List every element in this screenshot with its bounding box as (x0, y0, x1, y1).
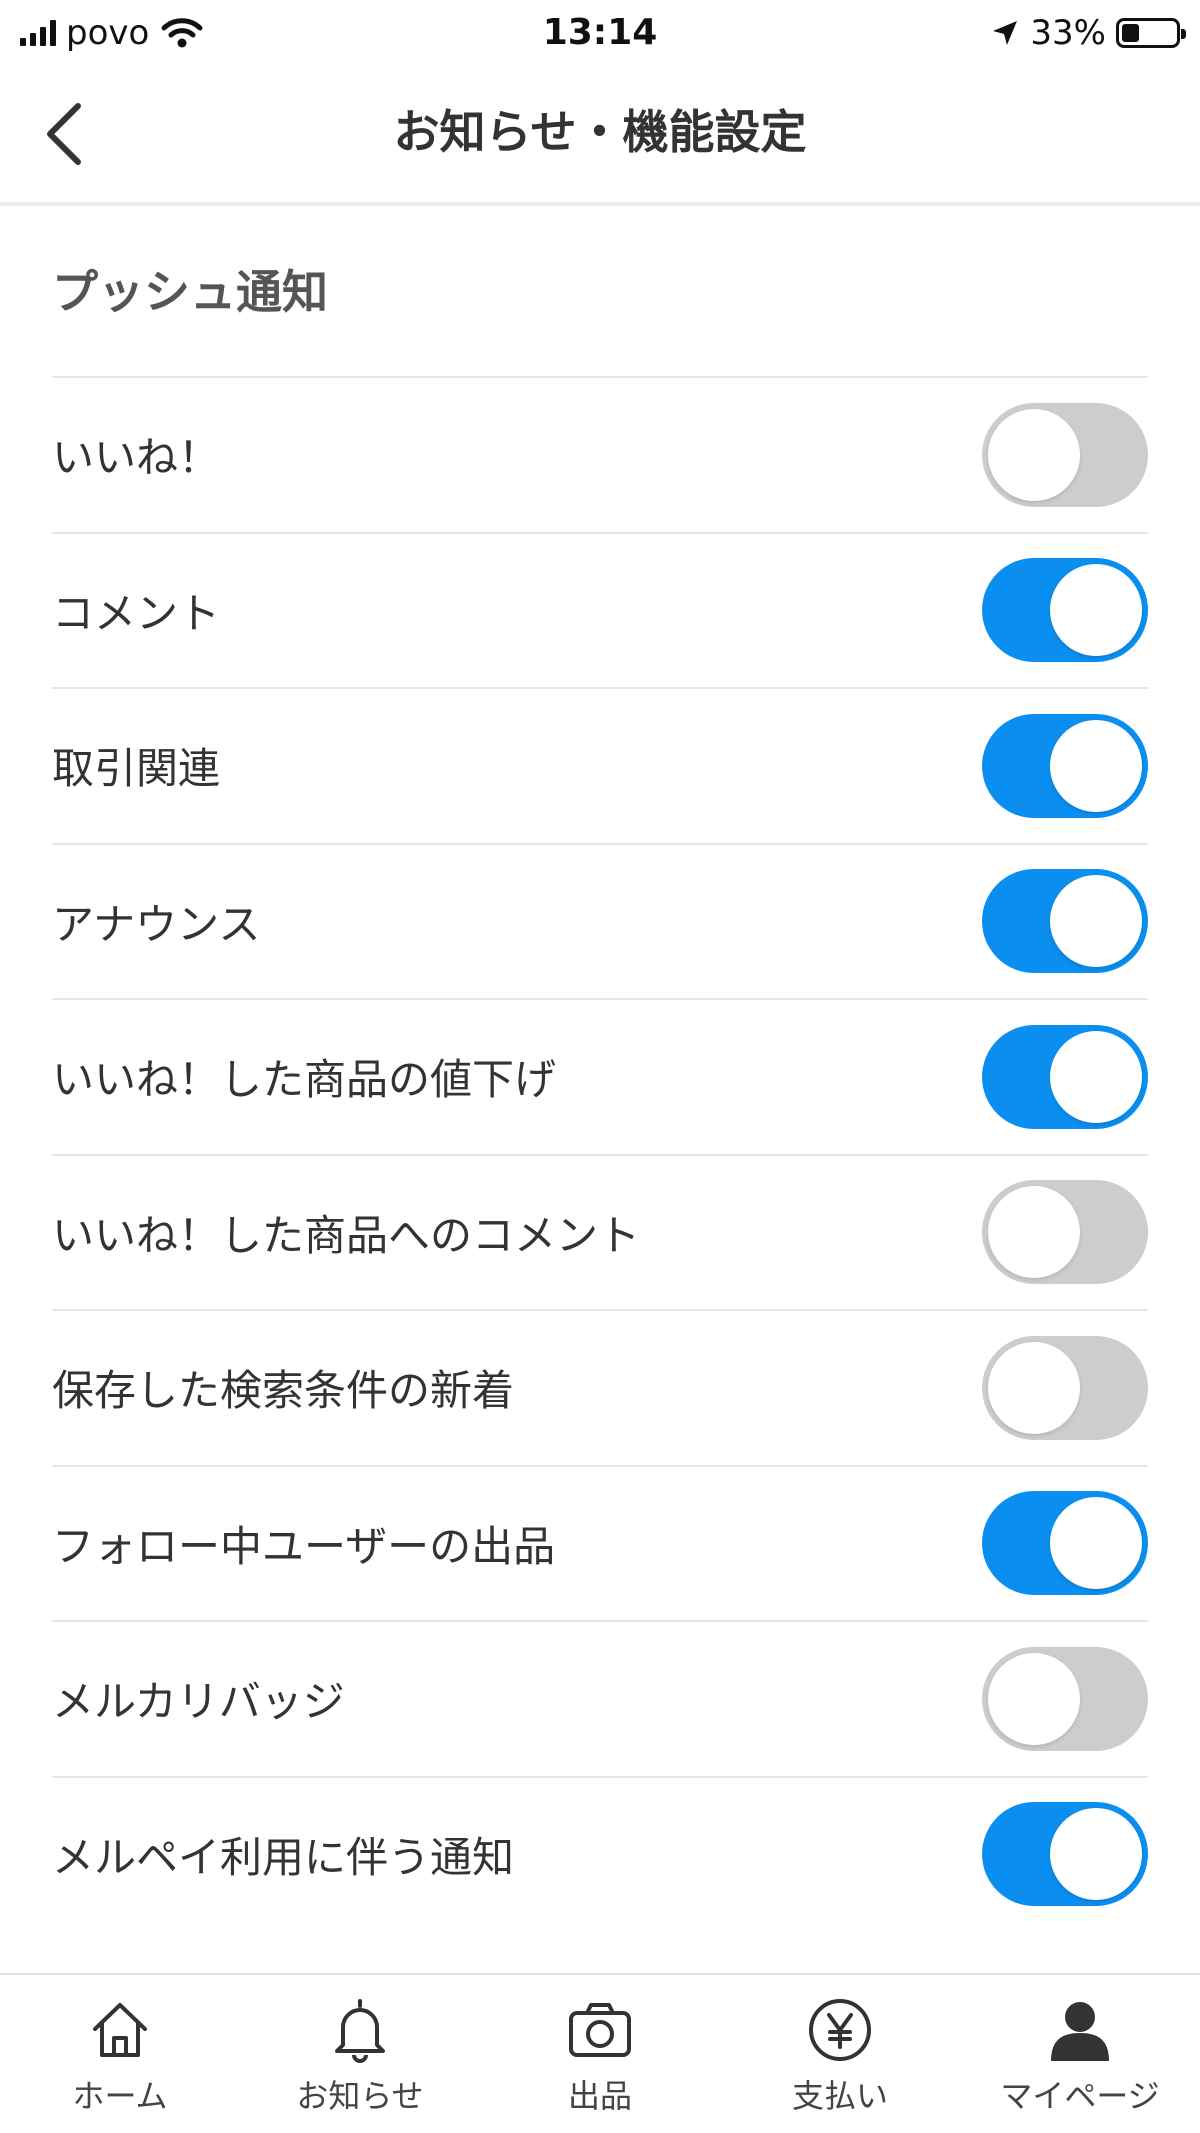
setting-label: いいね！した商品の値下げ (52, 1055, 557, 1105)
toggle-knob (988, 1341, 1080, 1434)
setting-toggle[interactable] (982, 1180, 1148, 1285)
tab-bar: ホーム お知らせ 出品 支払い マイページ (0, 1973, 1200, 2133)
setting-toggle[interactable] (982, 1335, 1148, 1440)
setting-row: アナウンス (52, 842, 1148, 999)
toggle-knob (1050, 875, 1142, 968)
setting-row: いいね！ (52, 376, 1148, 532)
tab-label: 出品 (567, 2077, 632, 2115)
toggle-knob (988, 408, 1080, 501)
home-icon (93, 2003, 147, 2057)
setting-label: いいね！ (52, 433, 221, 483)
settings-list: いいね！ コメント取引関連アナウンスいいね！した商品の値下げいいね！した商品へのコ… (52, 376, 1148, 1931)
status-right: 33% (990, 10, 1186, 56)
toggle-knob (1050, 1808, 1142, 1901)
tab-notifications[interactable]: お知らせ (240, 1975, 480, 2133)
setting-row: フォロー中ユーザーの出品 (52, 1464, 1148, 1621)
toggle-knob (1050, 719, 1142, 812)
setting-toggle[interactable] (982, 558, 1148, 663)
battery-percent: 33% (1030, 13, 1106, 53)
tab-listing[interactable]: 出品 (480, 1975, 720, 2133)
camera-icon (569, 2003, 631, 2057)
toggle-knob (988, 1186, 1080, 1279)
setting-toggle[interactable] (982, 869, 1148, 974)
tab-label: お知らせ (296, 2077, 424, 2115)
setting-toggle[interactable] (982, 402, 1148, 507)
battery-icon (1116, 18, 1186, 48)
setting-label: メルペイ利用に伴う通知 (52, 1832, 515, 1882)
setting-row: メルペイ利用に伴う通知 (52, 1775, 1148, 1932)
section-title: プッシュ通知 (52, 265, 328, 319)
bell-icon (335, 1999, 385, 2063)
setting-label: メルカリバッジ (52, 1677, 345, 1727)
tab-home[interactable]: ホーム (0, 1975, 240, 2133)
tab-label: ホーム (72, 2077, 168, 2115)
setting-label: 取引関連 (52, 744, 221, 794)
setting-toggle[interactable] (982, 1646, 1148, 1751)
toggle-knob (1050, 564, 1142, 657)
battery-fill (1122, 24, 1140, 42)
setting-label: いいね！した商品へのコメント (52, 1210, 641, 1260)
location-arrow-icon (993, 21, 1018, 45)
status-bar: povo 13:14 33% (0, 0, 1200, 66)
setting-label: アナウンス (52, 899, 261, 949)
tab-label: 支払い (791, 2077, 888, 2115)
setting-row: コメント (52, 531, 1148, 688)
toggle-knob (1050, 1030, 1142, 1123)
setting-label: コメント (52, 588, 221, 638)
nav-bar: お知らせ・機能設定 (0, 66, 1200, 206)
setting-toggle[interactable] (982, 1491, 1148, 1596)
setting-row: 取引関連 (52, 687, 1148, 843)
setting-row: メルカリバッジ (52, 1620, 1148, 1776)
toggle-knob (988, 1652, 1080, 1745)
setting-row: 保存した検索条件の新着 (52, 1309, 1148, 1465)
tab-label: マイページ (1000, 2077, 1160, 2115)
setting-toggle[interactable] (982, 1024, 1148, 1129)
person-icon (1051, 2002, 1109, 2061)
setting-toggle[interactable] (982, 713, 1148, 818)
setting-row: いいね！した商品へのコメント (52, 1153, 1148, 1310)
tab-payment[interactable]: 支払い (720, 1975, 960, 2133)
page-title: お知らせ・機能設定 (393, 105, 807, 159)
setting-label: 保存した検索条件の新着 (52, 1366, 515, 1416)
tab-mypage[interactable]: マイページ (960, 1975, 1200, 2133)
setting-label: フォロー中ユーザーの出品 (52, 1521, 556, 1571)
yen-icon (809, 1999, 871, 2061)
toggle-knob (1050, 1497, 1142, 1590)
setting-row: いいね！した商品の値下げ (52, 998, 1148, 1154)
setting-toggle[interactable] (982, 1802, 1148, 1907)
